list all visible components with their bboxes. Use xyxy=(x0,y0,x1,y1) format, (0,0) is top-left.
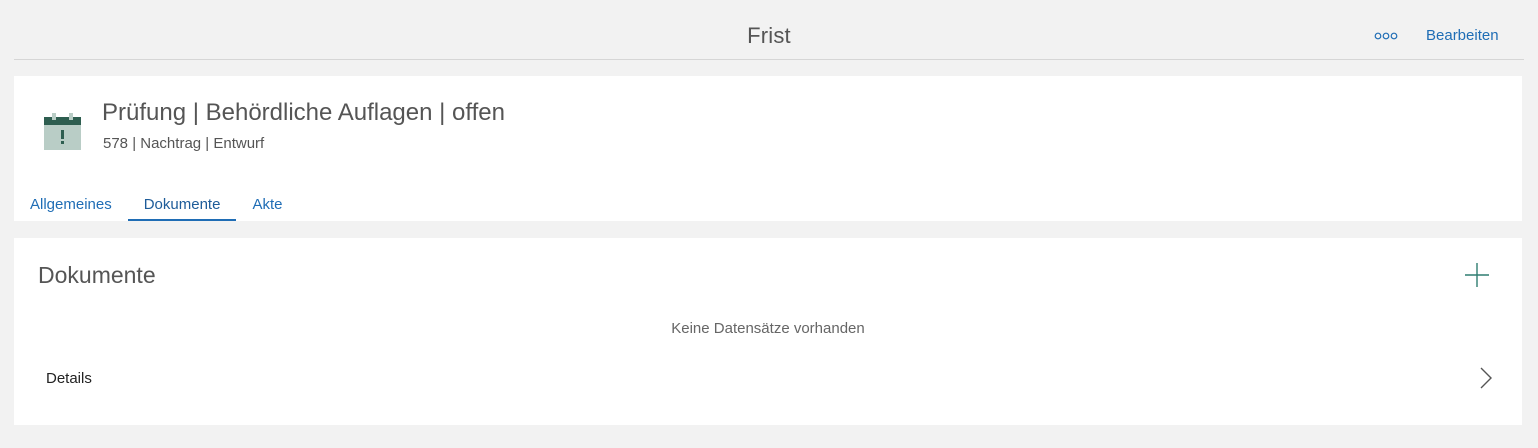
record-title: Prüfung | Behördliche Auflagen | offen xyxy=(102,99,505,126)
tab-bar: Allgemeines Dokumente Akte xyxy=(14,190,298,221)
more-button[interactable] xyxy=(1372,24,1400,48)
details-label: Details xyxy=(46,370,92,387)
more-icon xyxy=(1374,32,1398,40)
documents-card: Dokumente Keine Datensätze vorhanden Det… xyxy=(14,238,1522,425)
chevron-right-icon xyxy=(1480,367,1492,389)
edit-button[interactable]: Bearbeiten xyxy=(1426,27,1499,44)
record-header-card: Prüfung | Behördliche Auflagen | offen 5… xyxy=(14,76,1522,221)
tab-akte[interactable]: Akte xyxy=(236,190,298,221)
documents-title: Dokumente xyxy=(38,262,156,288)
calendar-alert-icon xyxy=(44,113,81,150)
plus-icon xyxy=(1465,263,1489,287)
page: Frist Bearbeiten Prüfung | Behördliche A… xyxy=(0,0,1538,448)
empty-state-text: Keine Datensätze vorhanden xyxy=(671,320,865,337)
add-document-button[interactable] xyxy=(1462,260,1492,290)
tab-dokumente[interactable]: Dokumente xyxy=(127,190,237,221)
tab-allgemeines[interactable]: Allgemeines xyxy=(14,190,128,221)
record-subtitle: 578 | Nachtrag | Entwurf xyxy=(103,135,265,152)
details-row[interactable]: Details xyxy=(14,358,1522,398)
page-title: Frist xyxy=(747,23,791,48)
top-bar: Frist Bearbeiten xyxy=(14,0,1524,60)
